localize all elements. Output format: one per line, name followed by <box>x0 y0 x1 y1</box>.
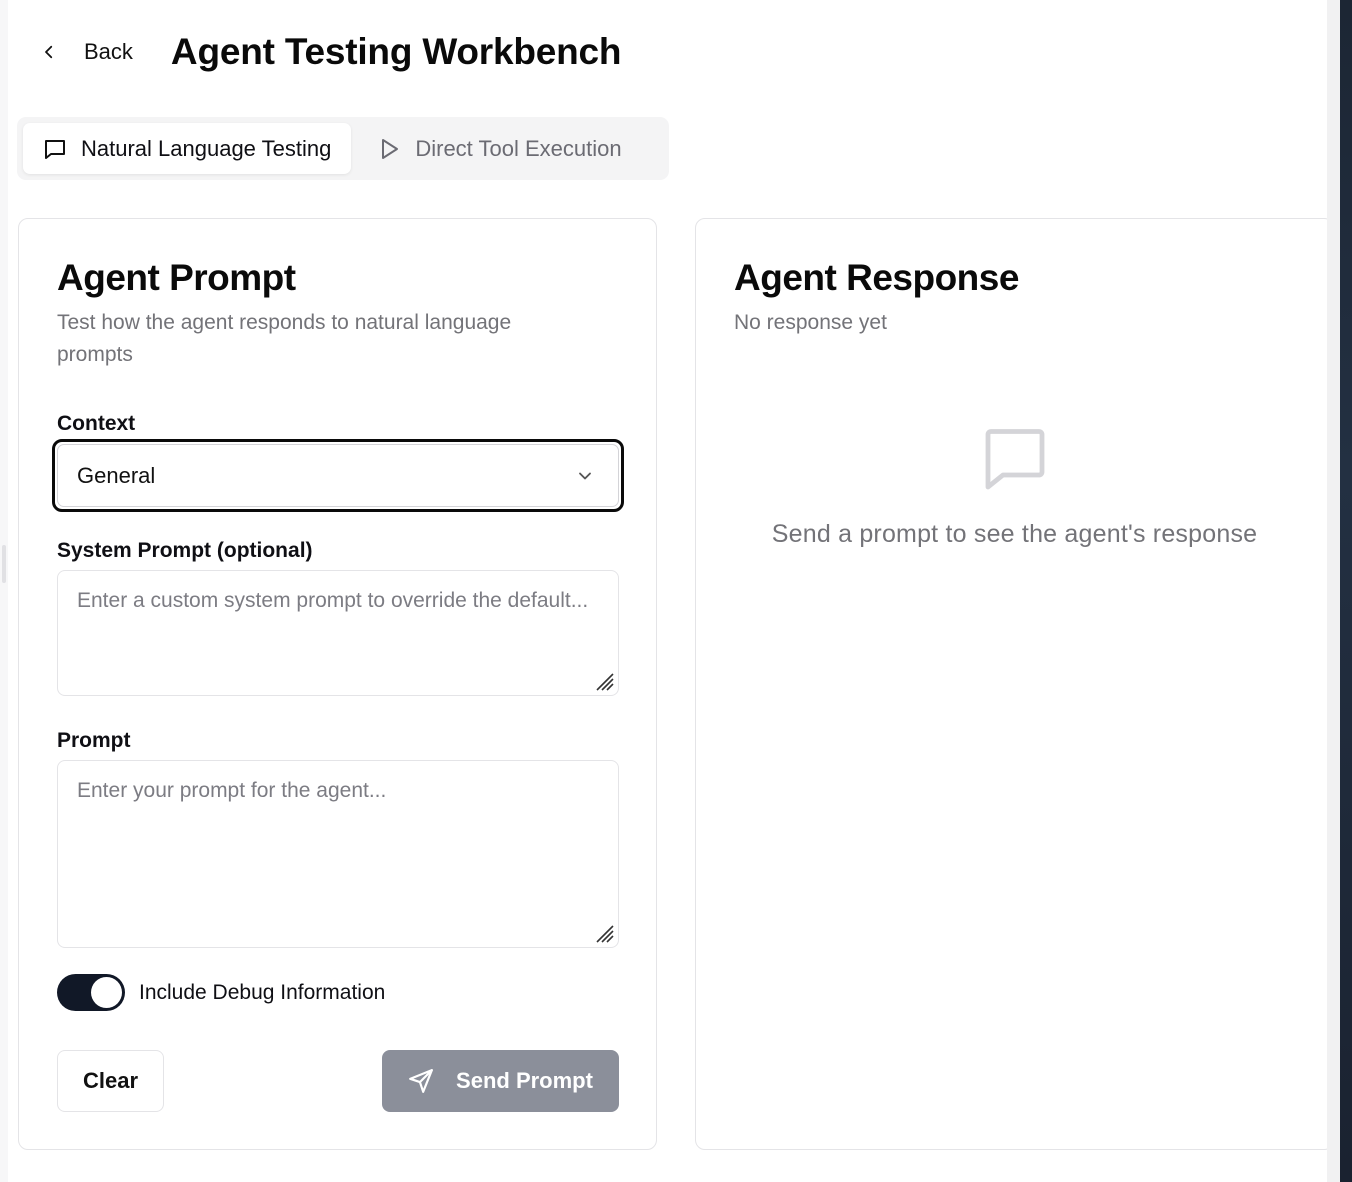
debug-toggle-row: Include Debug Information <box>57 974 385 1011</box>
toggle-knob <box>91 977 122 1008</box>
scrollbar[interactable] <box>1327 0 1340 1182</box>
message-square-icon <box>45 139 65 159</box>
chevron-left-icon <box>45 45 53 59</box>
tab-list: Natural Language Testing Direct Tool Exe… <box>17 117 669 180</box>
back-button[interactable]: Back <box>34 26 139 78</box>
tab-natural-language-testing[interactable]: Natural Language Testing <box>23 123 352 174</box>
agent-response-card: Agent Response No response yet Send a pr… <box>695 218 1334 1150</box>
app-window: Back Agent Testing Workbench Natural Lan… <box>0 0 1334 1182</box>
panel-resize-handle[interactable] <box>2 545 6 583</box>
page-header: Back Agent Testing Workbench <box>34 26 622 78</box>
prompt-label: Prompt <box>57 729 131 752</box>
page-title: Agent Testing Workbench <box>170 31 622 72</box>
card-description: Test how the agent responds to natural l… <box>57 311 512 366</box>
agent-prompt-card: Agent Prompt Test how the agent responds… <box>18 218 657 1150</box>
send-prompt-label: Send Prompt <box>456 1068 593 1093</box>
card-title: Agent Prompt <box>57 257 296 298</box>
tab-label: Natural Language Testing <box>81 135 332 161</box>
chevron-down-icon <box>579 472 591 479</box>
play-icon <box>382 138 399 159</box>
back-label: Back <box>84 39 133 64</box>
send-prompt-button[interactable]: Send Prompt <box>382 1050 619 1112</box>
empty-state-message: Send a prompt to see the agent's respons… <box>771 520 1258 548</box>
clear-button[interactable]: Clear <box>57 1050 164 1112</box>
message-square-icon <box>985 429 1044 490</box>
context-select[interactable]: General <box>52 439 624 512</box>
debug-toggle-label: Include Debug Information <box>139 980 386 1004</box>
desktop-background <box>1340 0 1352 1182</box>
context-label: Context <box>57 412 136 435</box>
tab-direct-tool-execution[interactable]: Direct Tool Execution <box>357 123 641 174</box>
send-icon <box>409 1069 433 1093</box>
debug-toggle[interactable] <box>57 974 125 1011</box>
card-title: Agent Response <box>734 257 1019 298</box>
empty-state: Send a prompt to see the agent's respons… <box>696 424 1333 549</box>
system-prompt-placeholder: Enter a custom system prompt to override… <box>77 589 589 612</box>
system-prompt-label: System Prompt (optional) <box>57 539 313 562</box>
prompt-textarea[interactable]: Enter your prompt for the agent... <box>57 760 619 948</box>
system-prompt-textarea[interactable]: Enter a custom system prompt to override… <box>57 570 619 696</box>
prompt-placeholder: Enter your prompt for the agent... <box>77 779 387 802</box>
tab-label: Direct Tool Execution <box>415 135 622 161</box>
response-status: No response yet <box>734 311 887 334</box>
resize-grip-icon[interactable] <box>591 668 615 692</box>
resize-grip-icon[interactable] <box>591 920 615 944</box>
context-select-value: General <box>77 462 156 488</box>
